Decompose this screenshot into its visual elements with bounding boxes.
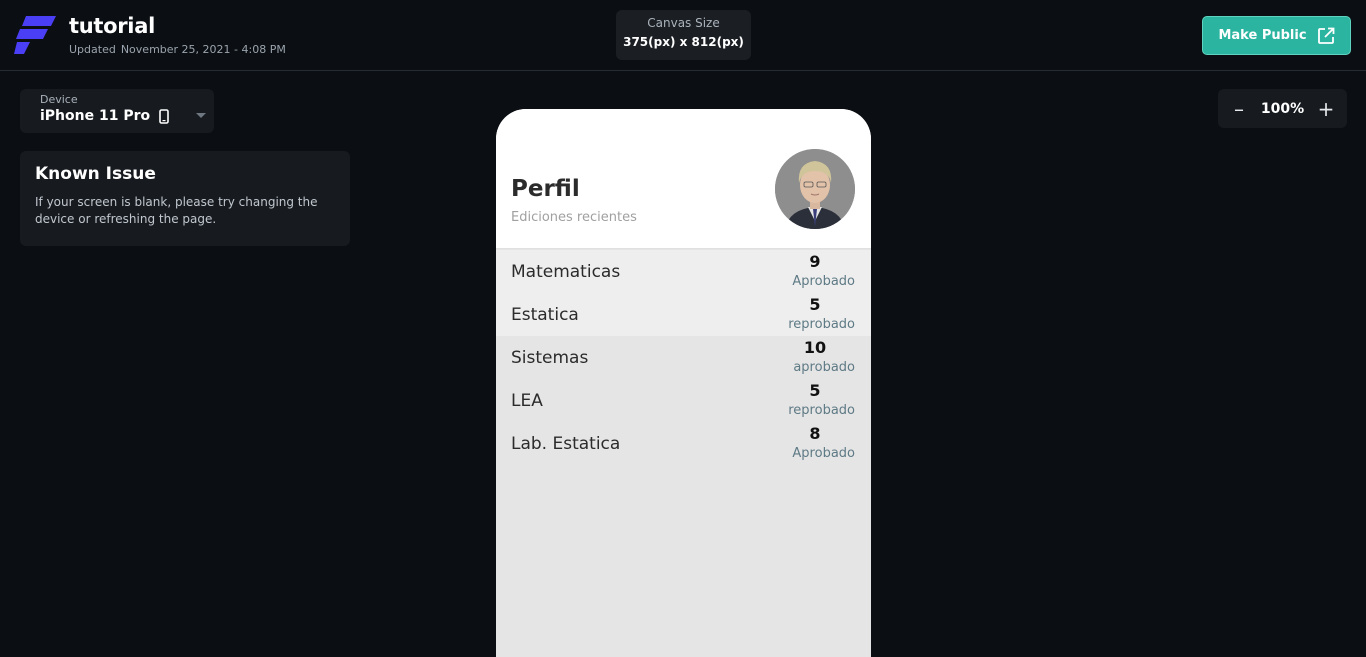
list-item[interactable]: Sistemas 10 aprobado (496, 336, 871, 379)
device-dropdown[interactable]: Device iPhone 11 Pro (20, 89, 214, 133)
profile-title: Perfil (511, 176, 580, 202)
known-issue-panel: Known Issue If your screen is blank, ple… (20, 151, 350, 246)
canvas-size-label: Canvas Size (647, 16, 720, 30)
grade-value: 5 (809, 381, 821, 400)
grade-status: aprobado (793, 360, 855, 375)
avatar-image (775, 149, 855, 229)
grade-value: 10 (803, 338, 827, 357)
canvas-size-value: 375(px) x 812(px) (623, 35, 744, 49)
updated-timestamp: November 25, 2021 - 4:08 PM (120, 43, 286, 56)
grade-status: reprobado (788, 403, 855, 418)
profile-subtitle: Ediciones recientes (511, 210, 637, 225)
grade-value: 8 (809, 424, 821, 443)
grade-status: reprobado (788, 317, 855, 332)
subject-name: Matematicas (511, 262, 621, 282)
updated-label: Updated (69, 43, 116, 56)
zoom-level: 100% (1260, 100, 1305, 117)
subject-name: Estatica (511, 305, 579, 325)
flutterflow-logo-icon[interactable] (14, 15, 56, 55)
grade-status: Aprobado (792, 446, 855, 461)
zoom-in-button[interactable]: + (1317, 99, 1335, 119)
make-public-button[interactable]: Make Public (1202, 16, 1351, 55)
device-preview: Perfil Ediciones recientes Matematicas 9… (496, 109, 871, 657)
top-bar: tutorial Updated November 25, 2021 - 4:08… (0, 0, 1366, 71)
known-issue-title: Known Issue (35, 164, 156, 184)
grade-value: 5 (809, 295, 821, 314)
subject-name: LEA (511, 391, 543, 411)
grades-list: Matematicas 9 Aprobado Estatica 5 reprob… (496, 250, 871, 465)
list-item[interactable]: Lab. Estatica 8 Aprobado (496, 422, 871, 465)
subject-name: Lab. Estatica (511, 434, 621, 454)
zoom-control: – 100% + (1218, 89, 1347, 128)
grade-status: Aprobado (792, 274, 855, 289)
external-link-icon (1317, 27, 1334, 44)
grade-value: 9 (809, 252, 821, 271)
zoom-out-button[interactable]: – (1230, 99, 1248, 119)
phone-icon (159, 108, 169, 124)
device-name: iPhone 11 Pro (40, 108, 151, 124)
device-label: Device (40, 93, 78, 106)
list-item[interactable]: Estatica 5 reprobado (496, 293, 871, 336)
profile-header: Perfil Ediciones recientes (496, 109, 871, 249)
device-value: iPhone 11 Pro (40, 108, 169, 124)
list-item[interactable]: Matematicas 9 Aprobado (496, 250, 871, 293)
known-issue-message: If your screen is blank, please try chan… (35, 195, 318, 226)
subject-name: Sistemas (511, 348, 589, 368)
project-title: tutorial (69, 14, 155, 38)
canvas-size-indicator: Canvas Size 375(px) x 812(px) (616, 10, 751, 60)
make-public-label: Make Public (1218, 28, 1307, 43)
avatar (775, 149, 855, 229)
chevron-down-icon (196, 113, 206, 118)
last-updated: Updated November 25, 2021 - 4:08 PM (69, 43, 286, 56)
list-item[interactable]: LEA 5 reprobado (496, 379, 871, 422)
